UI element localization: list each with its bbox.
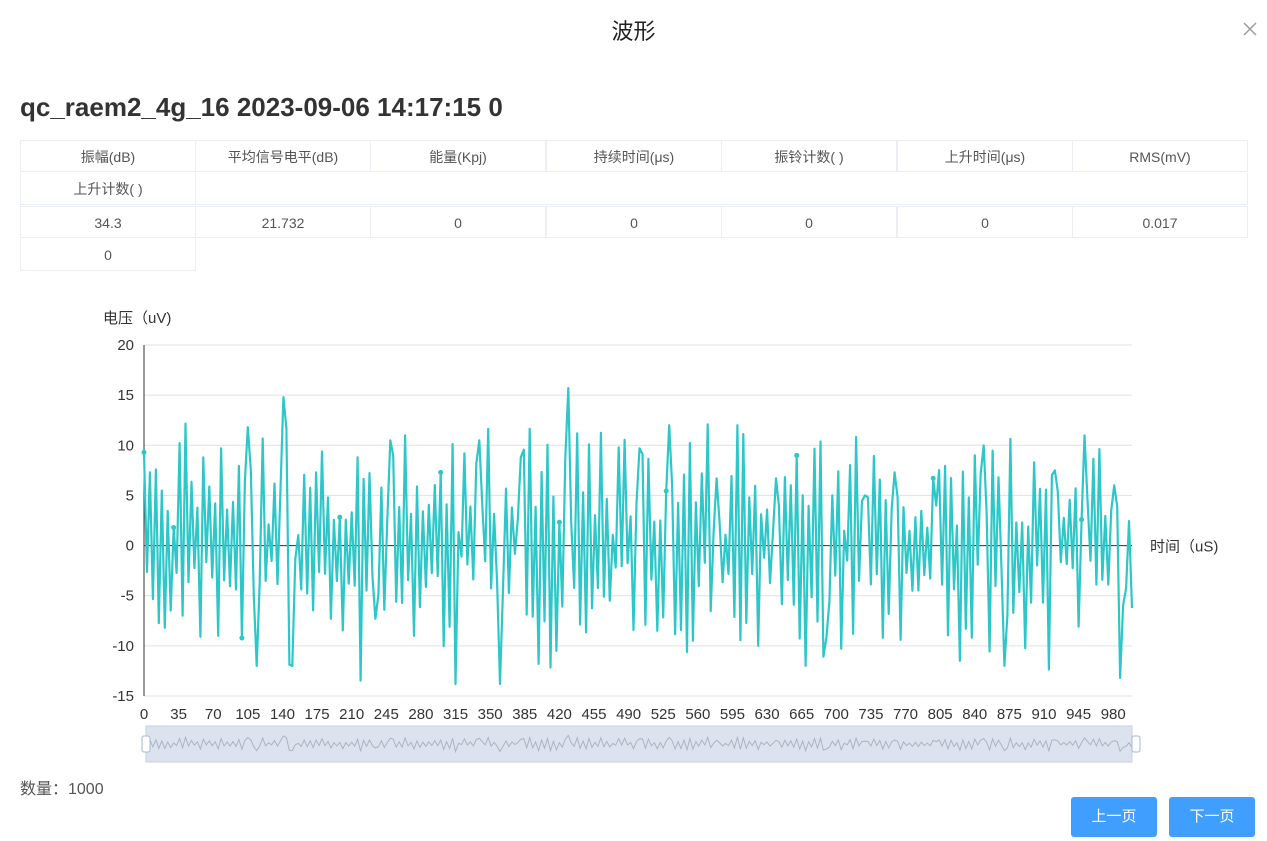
x-tick-label: 420	[547, 706, 572, 723]
x-tick-label: 0	[140, 706, 148, 723]
x-tick-label: 210	[339, 706, 364, 723]
waveform-chart: 20151050-5-10-150 35 70 105 140 175 210 245 280 3…	[103, 310, 1218, 763]
header-cell: 平均信号电平(dB)	[195, 140, 371, 172]
x-tick-label: 980	[1101, 706, 1126, 723]
data-point	[663, 488, 669, 494]
header-cell: 振幅(dB)	[20, 140, 196, 172]
dialog-title: 波形	[611, 19, 656, 44]
next-page-button[interactable]: 下一页	[1169, 797, 1255, 837]
x-tick-label: 805	[928, 706, 953, 723]
value-cell: 0	[897, 206, 1073, 238]
y-tick-label: 15	[117, 387, 134, 404]
y-tick-label: -10	[112, 638, 134, 655]
x-tick-label: 385	[512, 706, 537, 723]
x-tick-label: 700	[824, 706, 849, 723]
data-point	[556, 519, 562, 525]
stats-table: 振幅(dB) 平均信号电平(dB) 能量(Kpj) 持续时间(μs) 振铃计数(…	[20, 140, 1248, 272]
stats-header-row: 振幅(dB) 平均信号电平(dB) 能量(Kpj) 持续时间(μs) 振铃计数(…	[20, 140, 1248, 173]
zoom-handle-left[interactable]	[141, 735, 151, 753]
x-tick-label: 945	[1066, 706, 1091, 723]
zoom-slider-track	[145, 725, 1133, 763]
x-tick-label: 490	[616, 706, 641, 723]
stats-value-row: 0	[20, 239, 1248, 272]
x-tick-label: 735	[858, 706, 883, 723]
x-tick-label: 525	[651, 706, 676, 723]
y-axis-title: 电压（uV)	[103, 310, 171, 327]
x-tick-label: 140	[270, 706, 295, 723]
x-tick-label: 315	[443, 706, 468, 723]
empty-cell	[195, 173, 1248, 205]
x-tick-label: 665	[789, 706, 814, 723]
prev-page-button[interactable]: 上一页	[1071, 797, 1157, 837]
value-cell: 34.3	[20, 206, 196, 238]
value-cell: 0	[370, 206, 546, 238]
x-tick-label: 560	[685, 706, 710, 723]
y-tick-label: 20	[117, 337, 134, 354]
waveform-line	[142, 387, 1134, 686]
y-tick-label: 5	[126, 487, 134, 504]
y-tick-label: 10	[117, 437, 134, 454]
x-tick-label: 630	[755, 706, 780, 723]
stats-header-row: 上升计数( )	[20, 173, 1248, 206]
value-cell: 0	[546, 206, 722, 238]
data-point	[794, 452, 800, 458]
x-tick-label: 70	[205, 706, 222, 723]
x-tick-label: 770	[893, 706, 918, 723]
x-tick-label: 840	[962, 706, 987, 723]
header-cell: 上升时间(μs)	[897, 140, 1073, 172]
y-tick-label: -15	[112, 688, 134, 705]
x-tick-label: 245	[374, 706, 399, 723]
close-icon[interactable]	[1241, 20, 1259, 38]
value-cell: 0	[20, 239, 196, 271]
y-tick-label: 0	[126, 538, 134, 555]
x-tick-label: 595	[720, 706, 745, 723]
data-point	[239, 635, 245, 641]
data-point	[1079, 517, 1085, 523]
header-cell: 持续时间(μs)	[546, 140, 722, 172]
data-point	[171, 525, 177, 531]
sample-count: 数量：1000	[20, 781, 104, 798]
x-axis-title: 时间（uS)	[1150, 539, 1218, 556]
value-cell: 21.732	[195, 206, 371, 238]
x-tick-label: 350	[478, 706, 503, 723]
data-point	[337, 514, 343, 520]
record-title: qc_raem2_4g_16 2023-09-06 14:17:15 0	[20, 92, 503, 122]
header-cell: 振铃计数( )	[721, 140, 897, 172]
data-point	[141, 449, 147, 455]
x-tick-label: 105	[235, 706, 260, 723]
header-cell: 上升计数( )	[20, 173, 196, 205]
x-tick-label: 280	[408, 706, 433, 723]
x-tick-label: 35	[170, 706, 187, 723]
y-tick-label: -5	[121, 588, 134, 605]
data-point	[438, 469, 444, 475]
value-cell: 0.017	[1072, 206, 1248, 238]
x-tick-label: 175	[305, 706, 330, 723]
x-tick-label: 910	[1031, 706, 1056, 723]
header-cell: 能量(Kpj)	[370, 140, 546, 172]
data-point	[930, 475, 936, 481]
zoom-handle-right[interactable]	[1131, 735, 1141, 753]
header-cell: RMS(mV)	[1072, 140, 1248, 172]
x-tick-label: 455	[581, 706, 606, 723]
stats-value-row: 34.3 21.732 0 0 0 0 0.017	[20, 206, 1248, 239]
value-cell: 0	[721, 206, 897, 238]
x-tick-label: 875	[997, 706, 1022, 723]
